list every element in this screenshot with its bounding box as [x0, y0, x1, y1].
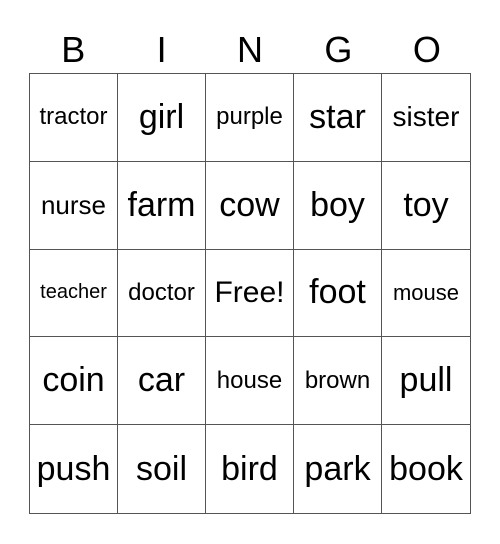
header-letter-o: O [412, 29, 441, 70]
header-letter-i: I [156, 29, 167, 70]
bingo-cell[interactable]: bird [206, 425, 294, 513]
bingo-cell[interactable]: doctor [118, 249, 206, 338]
bingo-cell[interactable]: foot [294, 249, 382, 338]
bingo-cell[interactable]: sister [382, 74, 470, 162]
bingo-cell[interactable]: pull [382, 337, 470, 426]
bingo-cell[interactable]: brown [294, 337, 382, 426]
bingo-card-grid: tractor girl purple star sister nurse farm cow b… [29, 73, 471, 514]
bingo-cell[interactable]: tractor [30, 74, 118, 162]
bingo-cell[interactable]: nurse [30, 161, 118, 250]
header-letter-n: N [237, 29, 264, 70]
bingo-cell[interactable]: toy [382, 162, 470, 250]
bingo-cell[interactable]: coin [30, 337, 118, 426]
bingo-cell[interactable]: book [382, 425, 470, 513]
header-letter-g: G [324, 29, 353, 70]
bingo-cell[interactable]: purple [206, 74, 294, 162]
bingo-cell[interactable]: boy [294, 161, 382, 250]
bingo-cell[interactable]: push [30, 425, 118, 513]
bingo-cell[interactable]: cow [206, 161, 294, 250]
free-space-cell[interactable]: Free! [206, 249, 294, 338]
header-letter-b: B [61, 29, 86, 70]
bingo-cell[interactable]: teacher [30, 249, 118, 338]
bingo-cell[interactable]: farm [118, 161, 206, 250]
bingo-cell[interactable]: girl [118, 74, 206, 162]
bingo-cell[interactable]: house [206, 337, 294, 426]
bingo-cell[interactable]: star [294, 74, 382, 162]
bingo-cell[interactable]: mouse [382, 250, 470, 338]
bingo-cell[interactable]: car [118, 337, 206, 426]
bingo-header: B I N G O [29, 28, 471, 72]
bingo-cell[interactable]: soil [118, 425, 206, 513]
bingo-cell[interactable]: park [294, 425, 382, 513]
